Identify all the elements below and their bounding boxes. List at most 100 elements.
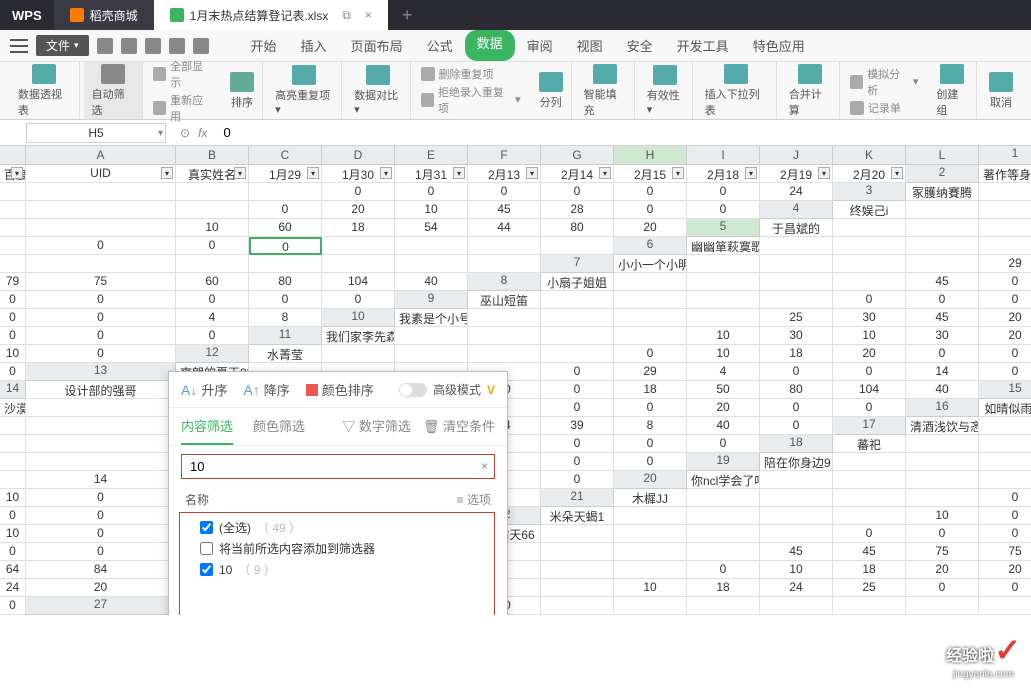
tab-layout[interactable]: 页面布局 [339, 30, 415, 61]
cell-a22[interactable]: 米朵天蝎1 [541, 507, 614, 525]
col-header-C[interactable]: C [249, 146, 322, 165]
cell-h21[interactable]: 0 [26, 507, 176, 525]
cell-b18[interactable] [906, 435, 979, 453]
color-filter-tab[interactable]: 颜色筛选 [253, 408, 305, 445]
cell-i22[interactable]: 0 [26, 525, 176, 543]
recorder-button[interactable]: 记录单 [850, 100, 918, 116]
row-header-19[interactable]: 19 [687, 453, 760, 471]
undo-icon[interactable] [169, 38, 185, 54]
cell-b22[interactable] [614, 507, 687, 525]
cell-a11[interactable]: 我们家李先森 [322, 327, 395, 345]
cell-f7[interactable]: 29 [979, 255, 1031, 273]
cell-f11[interactable]: 10 [687, 327, 760, 345]
fx-icon[interactable]: fx [198, 126, 207, 140]
header-j[interactable]: 2月18▾ [687, 165, 760, 183]
cell-a10[interactable]: 我素是个小号 [395, 309, 468, 327]
cell-a9[interactable]: 巫山短笛 [468, 291, 541, 309]
deldup-button[interactable]: 删除重复项 [421, 66, 521, 82]
compare-button[interactable]: 数据对比▾ [346, 62, 410, 119]
filter-dropdown-icon[interactable]: ▾ [745, 167, 757, 179]
cell-c11[interactable] [468, 327, 541, 345]
cell-d11[interactable] [541, 327, 614, 345]
cell-j11[interactable]: 20 [979, 327, 1031, 345]
filter-dropdown-icon[interactable]: ▾ [818, 167, 830, 179]
cell-a6[interactable]: 幽幽箪萩寞歌(已踢出 [687, 237, 760, 255]
cell-c23[interactable] [614, 525, 687, 543]
row-header-3[interactable]: 3 [833, 183, 906, 201]
cell-g20[interactable]: 0 [26, 489, 176, 507]
cell-d17[interactable] [26, 435, 176, 453]
cell-b10[interactable] [468, 309, 541, 327]
autofilter-button[interactable]: 自动筛选 [84, 62, 143, 119]
new-tab-button[interactable]: + [388, 5, 427, 26]
cell-h24[interactable]: 75 [906, 543, 979, 561]
cell-d2[interactable] [176, 183, 249, 201]
cell-d6[interactable] [906, 237, 979, 255]
cell-c24[interactable] [541, 543, 614, 561]
cell-k18[interactable]: 0 [541, 453, 614, 471]
cell-l14[interactable]: 40 [906, 381, 979, 399]
cell-d18[interactable] [0, 453, 26, 471]
row-header-10[interactable]: 10 [322, 309, 395, 327]
cell-f2[interactable]: 0 [322, 183, 395, 201]
hamburger-icon[interactable] [10, 39, 28, 53]
cell-h10[interactable]: 45 [906, 309, 979, 327]
filter-dropdown-icon[interactable]: ▾ [891, 167, 903, 179]
header-a[interactable]: 百度ID▾ [0, 165, 26, 183]
row-header-15[interactable]: 15 [979, 381, 1031, 399]
cell-h22[interactable]: 10 [0, 525, 26, 543]
cell-f5[interactable]: 0 [26, 237, 176, 255]
cell-c16[interactable] [26, 417, 176, 435]
tab-home[interactable]: 开始 [239, 30, 289, 61]
cell-b20[interactable] [760, 471, 833, 489]
cell-b4[interactable] [906, 201, 979, 219]
cell-e25[interactable] [614, 561, 687, 579]
cell-b15[interactable] [26, 399, 176, 417]
cell-k11[interactable]: 10 [0, 345, 26, 363]
cell-k27[interactable] [906, 597, 979, 615]
cell-b2[interactable] [0, 183, 26, 201]
cell-j25[interactable]: 20 [979, 561, 1031, 579]
cell-a15[interactable]: 沙漠里的骆驼3 [0, 399, 26, 417]
cell-g27[interactable] [614, 597, 687, 615]
cell-k4[interactable]: 80 [541, 219, 614, 237]
row-header-12[interactable]: 12 [176, 345, 249, 363]
cell-b19[interactable] [833, 453, 906, 471]
cell-b11[interactable] [395, 327, 468, 345]
cell-j17[interactable]: 0 [541, 435, 614, 453]
cell-l27[interactable] [979, 597, 1031, 615]
cell-i24[interactable]: 75 [979, 543, 1031, 561]
cell-i11[interactable]: 30 [906, 327, 979, 345]
cell-d4[interactable] [0, 219, 26, 237]
filter-dropdown-icon[interactable]: ▾ [161, 167, 173, 179]
cell-g25[interactable]: 10 [760, 561, 833, 579]
cell-h13[interactable]: 4 [687, 363, 760, 381]
cell-a5[interactable]: 于昌斌的 [760, 219, 833, 237]
filter-dropdown-icon[interactable]: ▾ [672, 167, 684, 179]
col-header-J[interactable]: J [760, 146, 833, 165]
cell-f12[interactable]: 0 [614, 345, 687, 363]
cell-d10[interactable] [614, 309, 687, 327]
rejectdup-button[interactable]: 拒绝录入重复项▾ [421, 84, 521, 116]
cell-k16[interactable]: 40 [687, 417, 760, 435]
filter-dropdown-icon[interactable]: ▾ [307, 167, 319, 179]
row-header-7[interactable]: 7 [541, 255, 614, 273]
showall-button[interactable]: 全部显示 [153, 58, 212, 90]
name-box[interactable]: H5▾ [26, 123, 166, 143]
cell-h12[interactable]: 18 [760, 345, 833, 363]
cell-g23[interactable]: 0 [906, 525, 979, 543]
cell-a14[interactable]: 设计部的强哥 [26, 381, 176, 399]
row-header-17[interactable]: 17 [833, 417, 906, 435]
ungroup-button[interactable]: 取消 [981, 62, 1021, 119]
cell-f21[interactable]: 0 [979, 489, 1031, 507]
validity-button[interactable]: 有效性▾ [639, 62, 693, 119]
cell-c8[interactable] [687, 273, 760, 291]
cell-d7[interactable] [833, 255, 906, 273]
filter-dropdown-icon[interactable]: ▾ [380, 167, 392, 179]
row-header-9[interactable]: 9 [395, 291, 468, 309]
cell-i8[interactable]: 0 [26, 291, 176, 309]
whatif-button[interactable]: 模拟分析▾ [850, 66, 918, 98]
cell-k12[interactable]: 0 [979, 345, 1031, 363]
tab-insert[interactable]: 插入 [289, 30, 339, 61]
cell-e23[interactable] [760, 525, 833, 543]
